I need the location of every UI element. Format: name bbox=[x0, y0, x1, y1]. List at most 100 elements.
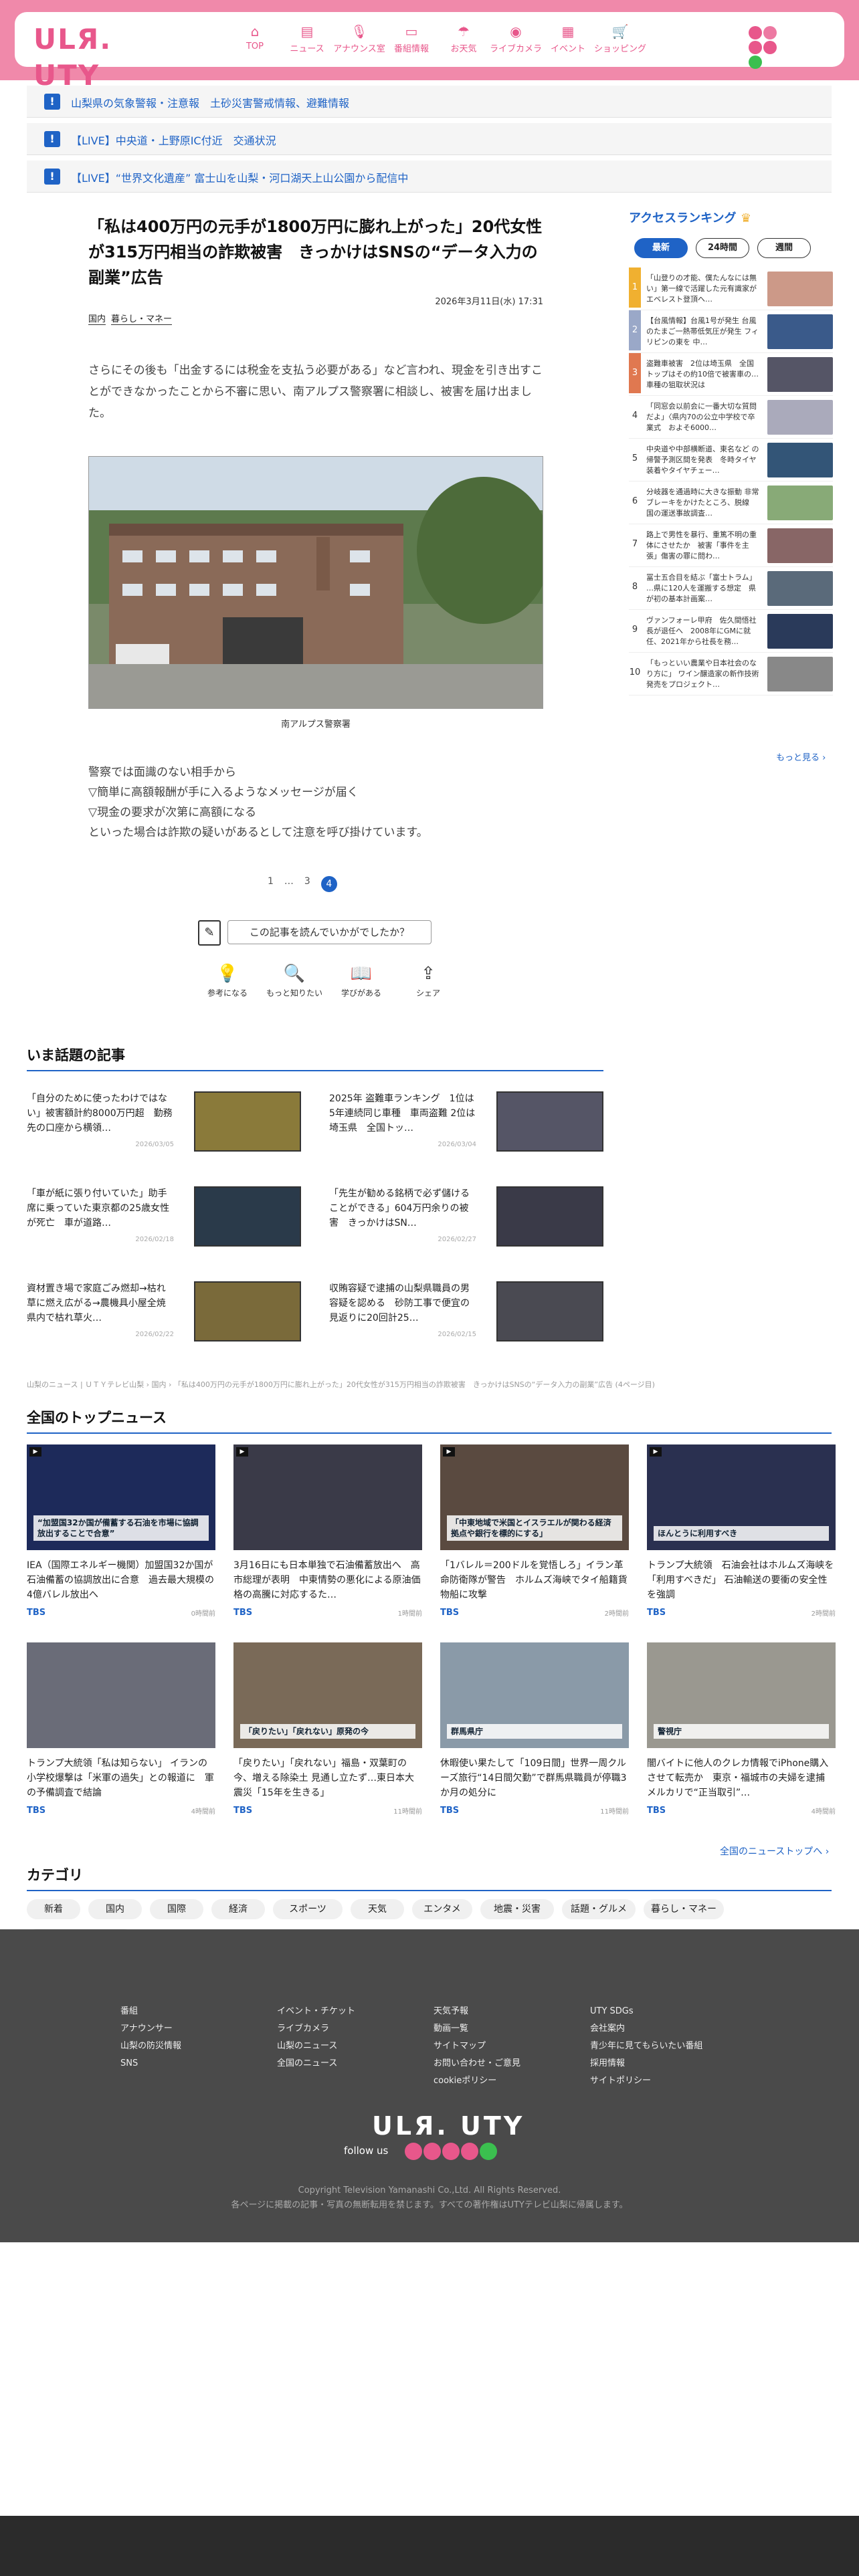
site-header: ULЯ. UTY ⌂ TOP ▤ ニュース 🎙 アナウンス室 ▭ 番組情報 ☂ お天気 ◉… bbox=[0, 0, 859, 92]
reaction-share[interactable]: ⇪ シェア bbox=[395, 960, 462, 998]
page-1[interactable]: 1 bbox=[268, 876, 274, 892]
rank-headline: 盗難車被害 2位は埼玉県 全国トップはその約10倍で被害車の… 車種の狙取状況は bbox=[646, 359, 759, 389]
footer-link[interactable]: 山梨のニュース bbox=[277, 2038, 355, 2055]
footer-link[interactable]: UTY SDGs bbox=[590, 2003, 702, 2020]
alert-live-fuji[interactable]: ! 【LIVE】“世界文化遺産” 富士山を山梨・河口湖天上山公園から配信中 bbox=[27, 160, 832, 193]
topic-headline: 「自分のために使ったわけではない」被害額計約8000万円超 勤務先の口座から横領… bbox=[27, 1093, 173, 1134]
reaction-more[interactable]: 🔍 もっと知りたい bbox=[261, 960, 328, 998]
footer-link[interactable]: 採用情報 bbox=[590, 2055, 702, 2072]
youtube-icon[interactable] bbox=[763, 41, 777, 54]
nav-shopping[interactable]: 🛒 ショッピング bbox=[594, 21, 646, 54]
instagram-icon[interactable] bbox=[442, 2143, 460, 2160]
nav-announcers[interactable]: 🎙 アナウンス室 bbox=[333, 21, 385, 54]
national-news-card[interactable]: ▶ 3月16日にも日本単独で石油備蓄放出へ 高市総理が表明 中東情勢の悪化による原… bbox=[233, 1444, 422, 1618]
category-chip[interactable]: 話題・グルメ bbox=[562, 1899, 636, 1919]
nav-events[interactable]: ▦ イベント bbox=[542, 21, 594, 54]
tab-weekly[interactable]: 週間 bbox=[757, 238, 811, 258]
national-news-more-link[interactable]: 全国のニューストップへ › bbox=[720, 1844, 829, 1858]
topic-item[interactable]: 「先生が勧める銘柄で必ず儲けることができる」604万円余りの被害 きっかけはSN… bbox=[329, 1186, 603, 1247]
line-icon[interactable] bbox=[749, 56, 762, 69]
topic-item[interactable]: 「車が紙に張り付いていた」助手席に乗っていた東京都の25歳女性が死亡 車が道路…… bbox=[27, 1186, 301, 1247]
category-chip[interactable]: 地震・災害 bbox=[480, 1899, 554, 1919]
tag-link[interactable]: 暮らし・マネー bbox=[111, 314, 173, 325]
topic-item[interactable]: 2025年 盗難車ランキング 1位は5年連続同じ車種 車両盗難 2位は埼玉県 全… bbox=[329, 1091, 603, 1152]
instagram-icon[interactable] bbox=[749, 41, 762, 54]
category-chip[interactable]: エンタメ bbox=[412, 1899, 472, 1919]
tag-link[interactable]: 国内 bbox=[88, 314, 106, 325]
ranking-item[interactable]: 7 路上で男性を暴行、重篤不明の重体にさせたか 被害「事件を主張」傷害の罪に問わ… bbox=[629, 524, 833, 567]
category-chip[interactable]: 経済 bbox=[211, 1899, 265, 1919]
footer-logo[interactable]: ULЯ. UTY bbox=[372, 2111, 524, 2141]
alert-live-traffic[interactable]: ! 【LIVE】中央道・上野原IC付近 交通状況 bbox=[27, 123, 832, 155]
alert-weather-warning[interactable]: ! 山梨県の気象警報・注意報 土砂災害警戒情報、避難情報 bbox=[27, 86, 832, 118]
national-news-card[interactable]: トランプ大統領「私は知らない」 イランの小学校爆撃は「米軍の過失」との報道に 軍… bbox=[27, 1642, 215, 1816]
twitter-icon[interactable] bbox=[405, 2143, 422, 2160]
page-3[interactable]: 3 bbox=[304, 876, 310, 892]
youtube-icon[interactable] bbox=[461, 2143, 478, 2160]
ranking-item[interactable]: 10 「もっといい農業や日本社会のなり方に」 ワイン醸造家の新作技術発売をプロジェ… bbox=[629, 653, 833, 695]
national-news-card[interactable]: ▶ “加盟国32か国が備蓄する石油を市場に協調放出することで合意” IEA（国際エネ… bbox=[27, 1444, 215, 1618]
footer-link[interactable]: SNS bbox=[120, 2055, 181, 2072]
tab-24h[interactable]: 24時間 bbox=[696, 238, 749, 258]
footer-link[interactable]: サイトマップ bbox=[434, 2038, 520, 2055]
reaction-helpful[interactable]: 💡 参考になる bbox=[194, 960, 261, 998]
footer-link[interactable]: 全国のニュース bbox=[277, 2055, 355, 2072]
line-icon[interactable] bbox=[480, 2143, 497, 2160]
category-chip[interactable]: 国内 bbox=[88, 1899, 142, 1919]
ranking-item[interactable]: 3 盗難車被害 2位は埼玉県 全国トップはその約10倍で被害車の… 車種の狙取状況… bbox=[629, 353, 833, 396]
category-chip[interactable]: 天気 bbox=[351, 1899, 404, 1919]
ranking-item[interactable]: 6 分岐器を通過時に大きな振動 非常ブレーキをかけたところ、脱線 国の運送事故調査… bbox=[629, 481, 833, 524]
footer-col-4: UTY SDGs 会社案内 青少年に見てもらいたい番組 採用情報 サイトポリシー bbox=[590, 2003, 702, 2090]
topic-item[interactable]: 収賄容疑で逮捕の山梨県職員の男容疑を認める 砂防工事で便宜の見返りに20回計25… bbox=[329, 1281, 603, 1341]
category-chip[interactable]: 新着 bbox=[27, 1899, 80, 1919]
ranking-item[interactable]: 1 「山登りの才能、僕たんなには無い」第一線で活躍した元有識家がエベレスト登頂へ… bbox=[629, 267, 833, 310]
topic-item[interactable]: 「自分のために使ったわけではない」被害額計約8000万円超 勤務先の口座から横領… bbox=[27, 1091, 301, 1152]
reaction-learn[interactable]: 📖 学びがある bbox=[328, 960, 395, 998]
category-chip[interactable]: 国際 bbox=[150, 1899, 203, 1919]
weather-icon: ☂ bbox=[458, 23, 470, 39]
footer-link[interactable]: 天気予報 bbox=[434, 2003, 520, 2020]
footer-link[interactable]: 番組 bbox=[120, 2003, 181, 2020]
national-news-heading: 全国のトップニュース bbox=[27, 1407, 832, 1434]
ranking-item[interactable]: 8 冨士五合目を結ぶ「富士トラム」 …県に120人を運搬する想定 県が初の基本計画… bbox=[629, 567, 833, 610]
national-news-card[interactable]: ▶ ほんとうに利用すべき トランプ大統領 石油会社はホルムズ海峡を「利用すべきだ」 … bbox=[647, 1444, 836, 1618]
ranking-list: 1 「山登りの才能、僕たんなには無い」第一線で活躍した元有識家がエベレスト登頂へ…… bbox=[629, 267, 833, 695]
facebook-icon[interactable] bbox=[423, 2143, 441, 2160]
tab-latest[interactable]: 最新 bbox=[634, 238, 688, 258]
footer-link[interactable]: ライブカメラ bbox=[277, 2020, 355, 2038]
twitter-icon[interactable] bbox=[749, 26, 762, 39]
nav-programs[interactable]: ▭ 番組情報 bbox=[385, 21, 438, 54]
ranking-item[interactable]: 9 ヴァンフォーレ甲府 佐久間悟社長が退任へ 2008年にGMに就任、2021年か… bbox=[629, 610, 833, 653]
footer-link[interactable]: 青少年に見てもらいたい番組 bbox=[590, 2038, 702, 2055]
topic-date: 2026/03/04 bbox=[438, 1141, 476, 1148]
thumbnail-caption: 警視庁 bbox=[654, 1724, 829, 1739]
rank-thumbnail bbox=[767, 272, 833, 306]
footer-link[interactable]: 動画一覧 bbox=[434, 2020, 520, 2038]
category-chip[interactable]: スポーツ bbox=[273, 1899, 343, 1919]
footer-link[interactable]: cookieポリシー bbox=[434, 2072, 520, 2090]
footer-link[interactable]: お問い合わせ・ご意見 bbox=[434, 2055, 520, 2072]
ranking-item[interactable]: 5 中央道や中部横断道、東名など の帰警予測区間を発表 冬時タイヤ装着やタイヤチェ… bbox=[629, 439, 833, 481]
category-chip[interactable]: 暮らし・マネー bbox=[644, 1899, 724, 1919]
facebook-icon[interactable] bbox=[763, 26, 777, 39]
ranking-more-link[interactable]: もっと見る › bbox=[776, 750, 826, 763]
national-news-card[interactable]: 群馬県庁 休暇使い果たして「109日間」世界一周クルーズ旅行“14日間欠勤”で群馬… bbox=[440, 1642, 629, 1816]
copyright-notice: 各ページに掲載の記事・写真の無断転用を禁じます。すべての著作権はUTYテレビ山梨… bbox=[231, 2200, 628, 2210]
site-logo[interactable]: ULЯ. UTY bbox=[33, 21, 127, 92]
national-news-card[interactable]: 「戻りたい」「戻れない」原発の今 「戻りたい」「戻れない」福島・双葉町の今、増える… bbox=[233, 1642, 422, 1816]
footer-link[interactable]: サイトポリシー bbox=[590, 2072, 702, 2090]
footer-link[interactable]: 会社案内 bbox=[590, 2020, 702, 2038]
national-news-card[interactable]: ▶ 「中東地域で米国とイスラエルが関わる経済拠点や銀行を標的にする」 「1バレル＝2… bbox=[440, 1444, 629, 1618]
nav-top[interactable]: ⌂ TOP bbox=[229, 21, 281, 54]
ranking-item[interactable]: 2 【台風情報】台風1号が発生 台風のたまご一熱帯低気圧が発生 フィリピンの東を … bbox=[629, 310, 833, 353]
rank-thumbnail bbox=[767, 400, 833, 435]
topic-item[interactable]: 資材置き場で家庭ごみ燃却→枯れ草に燃え広がる→農機具小屋全焼 県内で枯れ草火… 2… bbox=[27, 1281, 301, 1341]
nav-news[interactable]: ▤ ニュース bbox=[281, 21, 333, 54]
ranking-item[interactable]: 4 「同窓会以前会に一番大切な質問だよ」〈県内70の公立中学校で卒業式 およそ60… bbox=[629, 396, 833, 439]
footer-link[interactable]: イベント・チケット bbox=[277, 2003, 355, 2020]
national-news-card[interactable]: 警視庁 闇バイトに他人のクレカ情報でiPhone購入させて転売か 東京・福城市の夫… bbox=[647, 1642, 836, 1816]
nav-livecam[interactable]: ◉ ライブカメラ bbox=[490, 21, 542, 54]
footer-link[interactable]: アナウンサー bbox=[120, 2020, 181, 2038]
footer-link[interactable]: 山梨の防災情報 bbox=[120, 2038, 181, 2055]
nav-weather[interactable]: ☂ お天気 bbox=[438, 21, 490, 54]
